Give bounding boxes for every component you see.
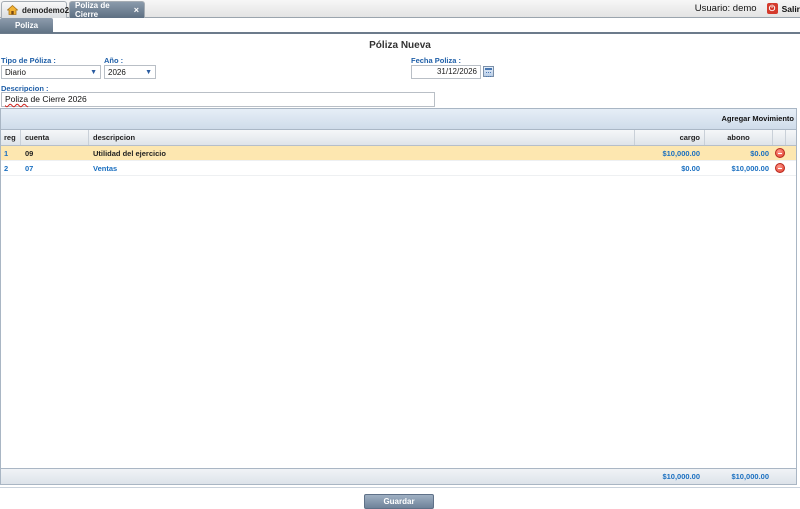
tab-label: demodemo2 xyxy=(22,5,70,15)
calendar-icon[interactable] xyxy=(483,66,494,77)
close-icon[interactable]: × xyxy=(134,5,139,15)
col-cargo[interactable]: cargo xyxy=(635,130,705,145)
delete-row-icon[interactable] xyxy=(775,148,785,158)
table-row[interactable]: 1 09 Utilidad del ejercicio $10,000.00 $… xyxy=(1,146,796,161)
col-abono[interactable]: abono xyxy=(705,130,773,145)
chevron-down-icon: ▼ xyxy=(90,69,97,76)
tab-label: Poliza de Cierre xyxy=(75,1,110,19)
user-area: Usuario: demo ⏻ Salir xyxy=(695,3,800,14)
fecha-poliza-input[interactable]: 31/12/2026 xyxy=(411,65,481,79)
tab-poliza[interactable]: Poliza xyxy=(0,18,53,33)
col-action xyxy=(773,130,786,145)
movements-grid: Agregar Movimiento reg cuenta descripcio… xyxy=(0,108,797,485)
cell-cargo: $0.00 xyxy=(681,163,700,173)
chevron-down-icon: ▼ xyxy=(145,69,152,76)
grid-toolbar: Agregar Movimiento xyxy=(1,109,796,130)
cell-descripcion: Utilidad del ejercicio xyxy=(93,148,166,158)
tipo-poliza-value: Diario xyxy=(5,67,26,77)
cell-descripcion: Ventas xyxy=(93,163,118,173)
user-label: Usuario: demo xyxy=(694,3,757,14)
descripcion-word: Poliza xyxy=(5,94,29,104)
home-icon xyxy=(7,5,18,15)
sub-tab-bar: Poliza xyxy=(0,18,800,34)
total-cargo: $10,000.00 xyxy=(662,472,700,481)
tipo-poliza-select[interactable]: Diario ▼ xyxy=(1,65,101,79)
cell-cuenta: 09 xyxy=(25,148,34,158)
add-movement-button[interactable]: Agregar Movimiento xyxy=(721,114,794,123)
divider xyxy=(0,487,800,488)
delete-row-icon[interactable] xyxy=(775,163,785,173)
col-descripcion[interactable]: descripcion xyxy=(89,130,635,145)
tab-demodemo2[interactable]: demodemo2 xyxy=(1,1,70,18)
tipo-poliza-label: Tipo de Póliza : xyxy=(1,56,56,65)
total-abono: $10,000.00 xyxy=(731,472,769,481)
col-cuenta[interactable]: cuenta xyxy=(21,130,89,145)
descripcion-text: de Cierre 2026 xyxy=(28,94,87,104)
anio-label: Año : xyxy=(104,56,124,65)
exit-icon[interactable]: ⏻ xyxy=(766,3,778,14)
fecha-poliza-label: Fecha Poliza : xyxy=(411,56,462,65)
col-reg[interactable]: reg xyxy=(1,130,21,145)
anio-select[interactable]: 2026 ▼ xyxy=(104,65,156,79)
top-tab-bar: demodemo2 Poliza de Cierre × Usuario: de… xyxy=(0,0,800,19)
cell-reg: 1 xyxy=(4,148,9,158)
cell-abono: $10,000.00 xyxy=(731,163,769,173)
cell-cuenta: 07 xyxy=(25,163,34,173)
save-button[interactable]: Guardar xyxy=(364,494,434,509)
grid-totals: $10,000.00 $10,000.00 xyxy=(1,468,796,484)
cell-abono: $0.00 xyxy=(750,148,769,158)
descripcion-input[interactable]: Poliza de Cierre 2026 xyxy=(1,92,435,107)
anio-value: 2026 xyxy=(108,67,126,77)
cell-cargo: $10,000.00 xyxy=(662,148,700,158)
tab-poliza-de-cierre[interactable]: Poliza de Cierre × xyxy=(69,1,145,19)
cell-reg: 2 xyxy=(4,163,9,173)
page-title: Póliza Nueva xyxy=(369,40,431,51)
exit-link[interactable]: Salir xyxy=(782,4,800,14)
grid-header: reg cuenta descripcion cargo abono xyxy=(1,130,796,146)
table-row[interactable]: 2 07 Ventas $0.00 $10,000.00 xyxy=(1,161,796,176)
